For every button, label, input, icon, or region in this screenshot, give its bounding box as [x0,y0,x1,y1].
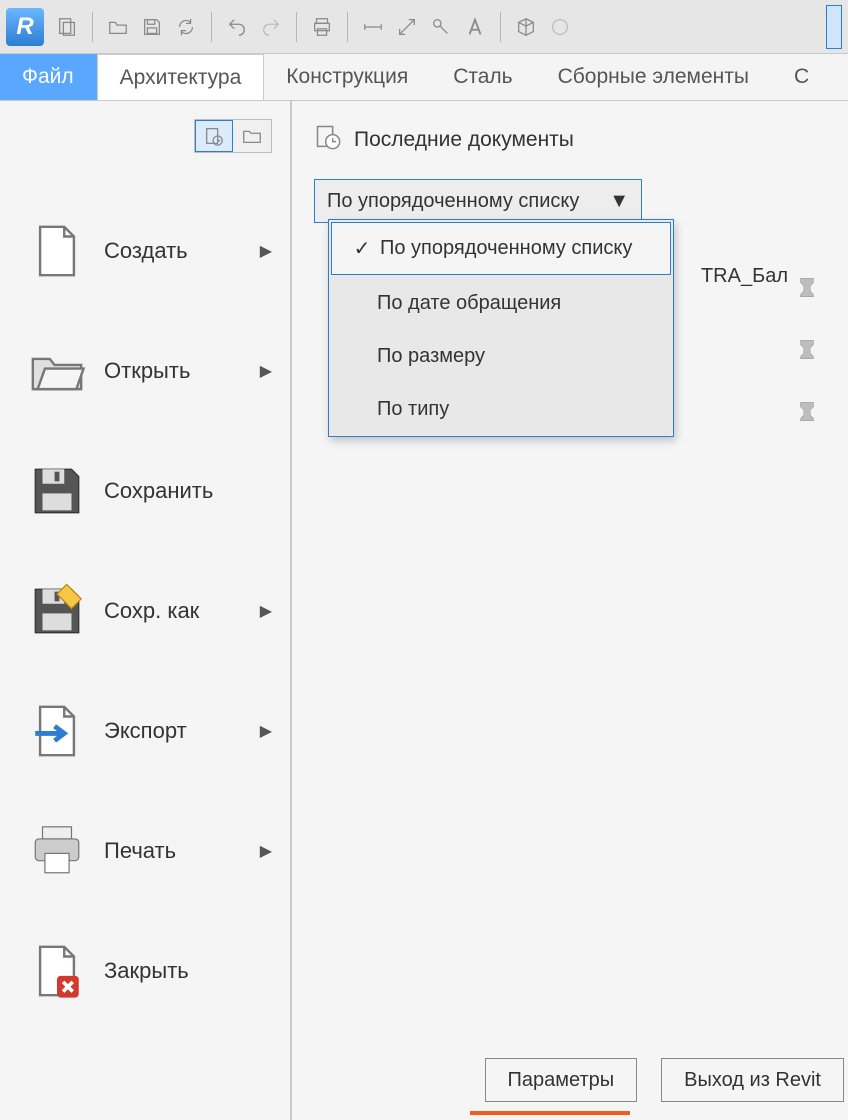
backstage-buttons: Параметры Выход из Revit [485,1058,848,1102]
tab-architecture[interactable]: Архитектура [97,54,265,100]
tag-icon[interactable] [426,12,456,42]
recent-documents-panel: Последние документы По упорядоченному сп… [292,101,848,1120]
tab-assembly[interactable]: Сборные элементы [536,54,772,100]
file-menu-list: Создать ▶ Открыть ▶ Сохранить [0,191,290,1031]
app-logo-icon[interactable]: R [6,8,44,46]
sort-option-ordered-list[interactable]: ✓ По упорядоченному списку [331,222,671,275]
menu-export-label: Экспорт [104,718,242,744]
text-icon[interactable] [460,12,490,42]
options-button[interactable]: Параметры [485,1058,638,1102]
tab-more[interactable]: С [772,54,832,100]
tab-file[interactable]: Файл [0,54,97,100]
menu-open[interactable]: Открыть ▶ [0,311,290,431]
sort-selected-label: По упорядоченному списку [327,190,579,213]
sort-option-label: По дате обращения [377,292,561,315]
submenu-arrow-icon: ▶ [260,241,272,261]
open-icon[interactable] [103,12,133,42]
sort-option-label: По размеру [377,345,485,368]
separator [347,12,348,42]
chevron-down-icon: ▼ [609,190,629,213]
save-floppy-icon [28,462,86,520]
submenu-arrow-icon: ▶ [260,361,272,381]
menu-create[interactable]: Создать ▶ [0,191,290,311]
recent-view-toggle [194,119,272,153]
save-as-floppy-icon [28,582,86,640]
menu-save-as-label: Сохр. как [104,598,242,624]
menu-print-label: Печать [104,838,242,864]
recent-document-name[interactable]: TRA_Бал [701,265,788,288]
close-document-icon [28,942,86,1000]
sort-option-label: По упорядоченному списку [380,237,632,260]
menu-export[interactable]: Экспорт ▶ [0,671,290,791]
measure-align-icon[interactable] [392,12,422,42]
new-document-icon [28,222,86,280]
redo-icon[interactable] [256,12,286,42]
exit-revit-button[interactable]: Выход из Revit [661,1058,844,1102]
separator [500,12,501,42]
open-documents-toggle-icon[interactable] [233,120,271,152]
sort-dropdown-menu: ✓ По упорядоченному списку По дате обращ… [328,219,674,437]
open-folder-icon [28,342,86,400]
sort-dropdown-trigger[interactable]: По упорядоченному списку ▼ [314,179,642,223]
sort-option-size[interactable]: По размеру [329,330,673,383]
submenu-arrow-icon: ▶ [260,601,272,621]
measure-width-icon[interactable] [358,12,388,42]
sort-option-label: По типу [377,398,449,421]
new-project-icon[interactable] [52,12,82,42]
recent-documents-title: Последние документы [354,128,574,152]
separator [211,12,212,42]
file-menu-column: Создать ▶ Открыть ▶ Сохранить [0,101,292,1120]
recent-documents-toggle-icon[interactable] [195,120,233,152]
recent-documents-icon [314,123,342,157]
printer-icon [28,822,86,880]
separator [92,12,93,42]
menu-save-label: Сохранить [104,478,272,504]
pin-icon[interactable] [794,275,820,301]
print-icon[interactable] [307,12,337,42]
checkmark-icon: ✓ [352,236,372,261]
save-icon[interactable] [137,12,167,42]
separator [296,12,297,42]
menu-close[interactable]: Закрыть [0,911,290,1031]
export-icon [28,702,86,760]
tab-steel[interactable]: Сталь [431,54,535,100]
tab-structure[interactable]: Конструкция [264,54,431,100]
sort-option-type[interactable]: По типу [329,383,673,436]
menu-print[interactable]: Печать ▶ [0,791,290,911]
menu-create-label: Создать [104,238,242,264]
recent-documents-header: Последние документы [314,123,830,157]
menu-close-label: Закрыть [104,958,272,984]
3d-view-icon[interactable] [511,12,541,42]
annotation-underline [470,1111,630,1115]
pin-icon[interactable] [794,399,820,425]
sort-option-access-date[interactable]: По дате обращения [329,277,673,330]
file-backstage: Создать ▶ Открыть ▶ Сохранить [0,101,848,1120]
menu-save-as[interactable]: Сохр. как ▶ [0,551,290,671]
submenu-arrow-icon: ▶ [260,841,272,861]
menu-save[interactable]: Сохранить [0,431,290,551]
ribbon-tabs: Файл Архитектура Конструкция Сталь Сборн… [0,54,848,101]
section-icon[interactable] [545,12,575,42]
quick-access-toolbar: R [0,0,848,54]
sync-icon[interactable] [171,12,201,42]
ribbon-collapse-icon[interactable] [826,5,842,49]
submenu-arrow-icon: ▶ [260,721,272,741]
menu-open-label: Открыть [104,358,242,384]
undo-icon[interactable] [222,12,252,42]
pin-icon[interactable] [794,337,820,363]
